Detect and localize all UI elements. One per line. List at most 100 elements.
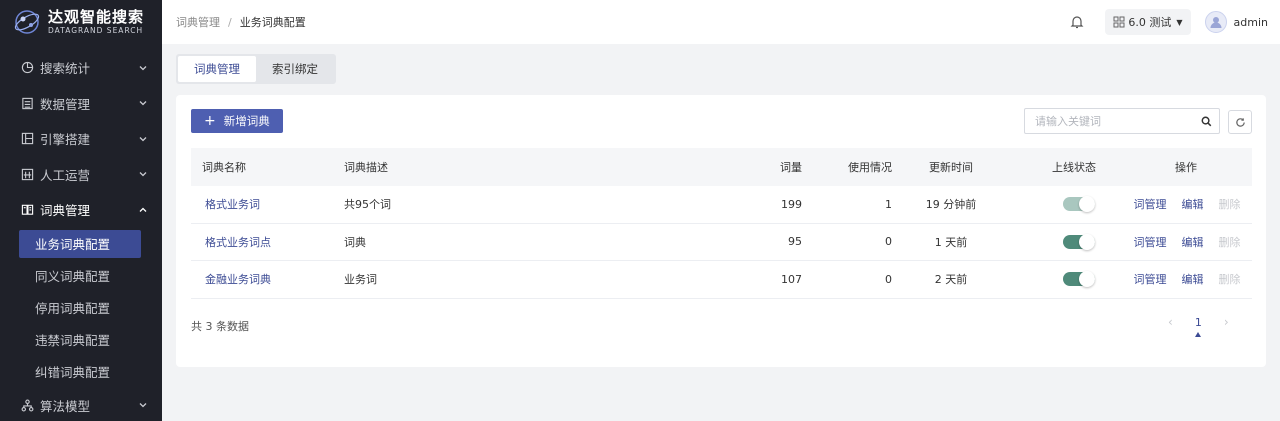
- word-count: 107: [781, 272, 802, 286]
- delete-link[interactable]: 删除: [1219, 271, 1241, 287]
- environment-label: 6.0 测试: [1128, 16, 1172, 29]
- refresh-icon: [1235, 117, 1245, 127]
- brand-name: 达观智能搜索: [48, 8, 145, 26]
- sidebar-item-engine-build[interactable]: 引擎搭建: [0, 121, 162, 157]
- column-header-updated: 更新时间: [929, 161, 973, 174]
- row-actions: 词管理 编辑 删除: [1120, 234, 1252, 250]
- delete-link[interactable]: 删除: [1219, 234, 1241, 250]
- chevron-down-icon: [138, 169, 148, 179]
- chevron-down-icon: [138, 134, 148, 144]
- chevron-down-icon: [138, 400, 148, 410]
- row-actions: 词管理 编辑 删除: [1120, 196, 1252, 212]
- submenu-item-stopword-dictionary[interactable]: 停用词典配置: [0, 292, 162, 324]
- sidebar-item-dictionary[interactable]: 词典管理: [0, 192, 162, 228]
- sidebar: 达观智能搜索 DATAGRAND SEARCH 搜索统计 数据管理 引擎搭建 人…: [0, 0, 162, 421]
- online-status-cell: [990, 271, 1120, 288]
- updated-time: 19 分钟前: [925, 198, 977, 212]
- caret-down-icon: ▼: [1176, 17, 1183, 27]
- submenu-item-banned-dictionary[interactable]: 违禁词典配置: [0, 324, 162, 356]
- updated-time: 2 天前: [934, 273, 968, 287]
- edit-link[interactable]: 编辑: [1182, 271, 1204, 287]
- edit-link[interactable]: 编辑: [1182, 196, 1204, 212]
- submenu-item-correction-dictionary[interactable]: 纠错词典配置: [0, 356, 162, 388]
- pagination: ‹ 1 ›: [1168, 315, 1229, 329]
- usage-count: 1: [885, 197, 892, 211]
- online-status-cell: [990, 196, 1120, 213]
- sidebar-item-label: 算法模型: [40, 398, 91, 414]
- refresh-button[interactable]: [1228, 110, 1252, 134]
- top-header: 词典管理 / 业务词典配置 6.0 测试 ▼ admin: [162, 0, 1280, 44]
- sidebar-item-data-management[interactable]: 数据管理: [0, 86, 162, 122]
- manage-words-link[interactable]: 词管理: [1134, 271, 1167, 287]
- book-icon: [20, 203, 34, 217]
- submenu-item-synonym-dictionary[interactable]: 同义词典配置: [0, 260, 162, 292]
- column-header-actions: 操作: [1175, 161, 1197, 174]
- updated-time: 1 天前: [934, 235, 968, 249]
- search-input[interactable]: [1035, 114, 1193, 128]
- brand-subtitle: DATAGRAND SEARCH: [48, 26, 144, 35]
- user-icon: [1210, 17, 1222, 28]
- brand[interactable]: 达观智能搜索 DATAGRAND SEARCH: [0, 0, 162, 44]
- online-status-cell: [990, 233, 1120, 250]
- dictionary-name-link[interactable]: 格式业务词点: [191, 234, 334, 250]
- table-row: 格式业务词点 词典 95 0 1 天前 词管理 编辑 删除: [191, 224, 1252, 261]
- page-number-current[interactable]: 1: [1195, 316, 1202, 329]
- breadcrumb: 词典管理 / 业务词典配置: [176, 14, 306, 30]
- total-count: 共 3 条数据: [191, 320, 249, 333]
- submenu-item-business-dictionary[interactable]: 业务词典配置: [19, 229, 141, 258]
- word-count: 95: [788, 235, 802, 249]
- sidebar-item-label: 人工运营: [40, 167, 91, 183]
- next-page-button[interactable]: ›: [1224, 315, 1229, 329]
- bell-icon: [1070, 16, 1084, 29]
- word-count: 199: [781, 197, 802, 211]
- chevron-up-icon: [138, 205, 148, 215]
- sidebar-item-label: 词典管理: [40, 203, 91, 219]
- usage-count: 0: [885, 235, 892, 249]
- tab-index-binding[interactable]: 索引绑定: [256, 56, 334, 82]
- notification-button[interactable]: [1065, 10, 1089, 34]
- username[interactable]: admin: [1234, 16, 1268, 29]
- delete-link[interactable]: 删除: [1219, 196, 1241, 212]
- dictionary-name-link[interactable]: 格式业务词: [191, 196, 334, 212]
- column-header-name: 词典名称: [202, 161, 246, 174]
- online-toggle[interactable]: [1063, 233, 1095, 250]
- prev-page-button[interactable]: ‹: [1168, 315, 1173, 329]
- search-icon[interactable]: [1193, 109, 1219, 133]
- edit-link[interactable]: 编辑: [1182, 234, 1204, 250]
- sidebar-menu: 搜索统计 数据管理 引擎搭建 人工运营 词典管理 业务词典配置 同义词典配置 停…: [0, 50, 162, 421]
- plus-icon: +: [204, 113, 216, 129]
- dictionary-description: 共95个词: [344, 198, 391, 212]
- tab-dictionary-management[interactable]: 词典管理: [178, 56, 256, 82]
- dictionary-name-link[interactable]: 金融业务词典: [191, 271, 334, 287]
- online-toggle[interactable]: [1063, 196, 1095, 213]
- sidebar-item-search-stats[interactable]: 搜索统计: [0, 50, 162, 86]
- chevron-down-icon: [138, 63, 148, 73]
- sidebar-item-label: 引擎搭建: [40, 132, 91, 148]
- avatar[interactable]: [1204, 11, 1227, 33]
- network-icon: [20, 398, 34, 412]
- header-actions: 6.0 测试 ▼ admin: [1065, 0, 1268, 44]
- column-header-description: 词典描述: [344, 161, 388, 174]
- breadcrumb-parent[interactable]: 词典管理: [176, 14, 220, 30]
- manage-words-link[interactable]: 词管理: [1134, 196, 1167, 212]
- apps-grid-icon: [1113, 16, 1125, 28]
- content-card: + 新增词典 词典名称 词典描述 词量 使用情况 更新时间 上线状态 操作 格式…: [176, 95, 1266, 367]
- table-header: 词典名称 词典描述 词量 使用情况 更新时间 上线状态 操作: [191, 148, 1252, 186]
- breadcrumb-separator: /: [228, 15, 232, 29]
- chart-pie-icon: [20, 61, 34, 75]
- usage-count: 0: [885, 272, 892, 286]
- sidebar-item-algorithm-model[interactable]: 算法模型: [0, 388, 162, 421]
- grid-icon: [20, 167, 34, 181]
- list-icon: [20, 96, 34, 110]
- layout-icon: [20, 132, 34, 146]
- add-dictionary-button[interactable]: + 新增词典: [191, 109, 283, 133]
- column-header-word-count: 词量: [780, 161, 802, 174]
- manage-words-link[interactable]: 词管理: [1134, 234, 1167, 250]
- row-actions: 词管理 编辑 删除: [1120, 271, 1252, 287]
- dictionary-description: 业务词: [344, 273, 377, 287]
- sidebar-item-manual-ops[interactable]: 人工运营: [0, 157, 162, 193]
- online-toggle[interactable]: [1063, 271, 1095, 288]
- page-tabs: 词典管理 索引绑定: [176, 54, 336, 84]
- environment-selector[interactable]: 6.0 测试 ▼: [1105, 9, 1191, 35]
- sidebar-item-label: 搜索统计: [40, 61, 91, 77]
